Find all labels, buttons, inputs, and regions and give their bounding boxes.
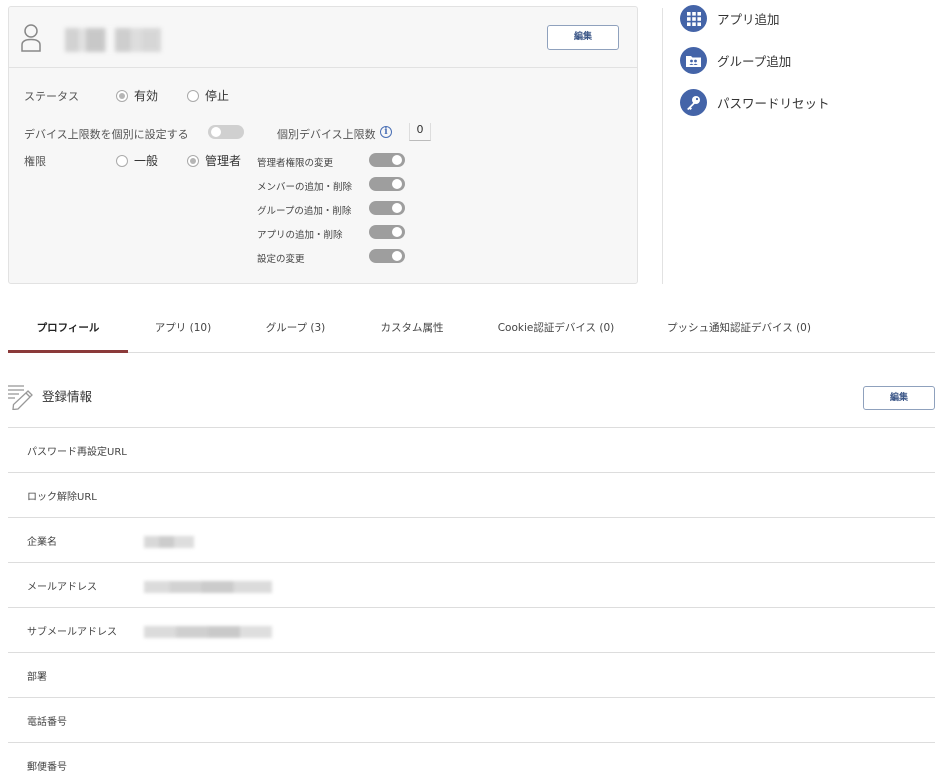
info-icon[interactable]: i bbox=[380, 126, 392, 138]
role-admin-radio[interactable]: 管理者 bbox=[187, 152, 241, 169]
tab-custom-attributes[interactable]: カスタム属性 bbox=[353, 306, 471, 353]
user-avatar-icon bbox=[21, 24, 41, 52]
perm-apps-label: アプリの追加・削除 bbox=[257, 230, 343, 241]
tab-apps[interactable]: アプリ (10) bbox=[128, 306, 238, 353]
tab-push-devices[interactable]: プッシュ通知認証デバイス (0) bbox=[641, 306, 837, 353]
row-label: 部署 bbox=[27, 672, 47, 683]
company-value-redacted bbox=[144, 536, 194, 548]
role-admin-label: 管理者 bbox=[205, 154, 242, 168]
tab-cookie-devices[interactable]: Cookie認証デバイス (0) bbox=[471, 306, 641, 353]
row-label: パスワード再設定URL bbox=[27, 447, 127, 458]
info-row-email: メールアドレス bbox=[8, 562, 935, 607]
vertical-divider bbox=[662, 8, 663, 284]
add-group-action[interactable]: グループ追加 bbox=[680, 47, 791, 74]
perm-admin-change-label: 管理者権限の変更 bbox=[257, 158, 334, 169]
info-row-sub-email: サブメールアドレス bbox=[8, 607, 935, 652]
status-label: ステータス bbox=[24, 90, 79, 103]
radio-circle[interactable] bbox=[187, 154, 199, 167]
status-stopped-radio[interactable]: 停止 bbox=[187, 87, 229, 104]
edit-user-button[interactable]: 編集 bbox=[547, 25, 619, 50]
status-stopped-label: 停止 bbox=[205, 89, 230, 103]
perm-groups-toggle[interactable] bbox=[369, 201, 405, 215]
info-row-postal-code: 郵便番号 bbox=[8, 742, 935, 781]
sub-email-value-redacted bbox=[144, 626, 272, 638]
user-card-header: 編集 bbox=[9, 7, 637, 68]
status-active-radio[interactable]: 有効 bbox=[116, 87, 158, 104]
password-reset-label: パスワードリセット bbox=[717, 96, 830, 111]
add-app-label: アプリ追加 bbox=[717, 12, 780, 27]
row-label: 郵便番号 bbox=[27, 762, 67, 773]
perm-settings-toggle[interactable] bbox=[369, 249, 405, 263]
row-label: サブメールアドレス bbox=[27, 627, 117, 638]
info-row-department: 部署 bbox=[8, 652, 935, 697]
device-limit-label: デバイス上限数を個別に設定する bbox=[24, 128, 189, 141]
grid-icon bbox=[680, 5, 707, 32]
role-general-label: 一般 bbox=[134, 154, 159, 168]
edit-note-icon bbox=[8, 385, 33, 410]
perm-admin-change-toggle[interactable] bbox=[369, 153, 405, 167]
tab-groups[interactable]: グループ (3) bbox=[238, 306, 353, 353]
add-app-action[interactable]: アプリ追加 bbox=[680, 5, 780, 32]
user-name-redacted bbox=[65, 28, 161, 52]
row-label: ロック解除URL bbox=[27, 492, 97, 503]
perm-apps-toggle[interactable] bbox=[369, 225, 405, 239]
device-limit-toggle[interactable] bbox=[208, 125, 244, 139]
row-label: 企業名 bbox=[27, 537, 57, 548]
section-title: 登録情報 bbox=[42, 389, 93, 404]
radio-circle[interactable] bbox=[116, 154, 128, 167]
user-card: 編集 ステータス 有効 停止 デバイス上限数を個別に設定する 個別デバイス上限数… bbox=[8, 6, 638, 284]
individual-limit-input[interactable]: 0 bbox=[409, 123, 431, 141]
perm-members-label: メンバーの追加・削除 bbox=[257, 182, 353, 193]
info-row-password-url: パスワード再設定URL bbox=[8, 427, 935, 472]
row-label: 電話番号 bbox=[27, 717, 67, 728]
email-value-redacted bbox=[144, 581, 272, 593]
status-active-label: 有効 bbox=[134, 89, 159, 103]
row-label: メールアドレス bbox=[27, 582, 97, 593]
role-general-radio[interactable]: 一般 bbox=[116, 152, 158, 169]
info-row-phone: 電話番号 bbox=[8, 697, 935, 742]
info-row-unlock-url: ロック解除URL bbox=[8, 472, 935, 517]
info-row-company: 企業名 bbox=[8, 517, 935, 562]
add-group-label: グループ追加 bbox=[717, 54, 792, 69]
edit-registration-button[interactable]: 編集 bbox=[863, 386, 935, 410]
password-reset-action[interactable]: パスワードリセット bbox=[680, 89, 830, 116]
perm-settings-label: 設定の変更 bbox=[257, 254, 305, 265]
radio-circle[interactable] bbox=[187, 89, 199, 102]
key-icon bbox=[680, 89, 707, 116]
tab-profile[interactable]: プロフィール bbox=[8, 306, 128, 353]
perm-members-toggle[interactable] bbox=[369, 177, 405, 191]
role-label: 権限 bbox=[24, 155, 46, 168]
group-folder-icon bbox=[680, 47, 707, 74]
tab-bar: プロフィール アプリ (10) グループ (3) カスタム属性 Cookie認証… bbox=[8, 306, 935, 353]
individual-limit-label: 個別デバイス上限数 bbox=[277, 128, 376, 141]
radio-circle[interactable] bbox=[116, 89, 128, 102]
perm-groups-label: グループの追加・削除 bbox=[257, 206, 352, 217]
